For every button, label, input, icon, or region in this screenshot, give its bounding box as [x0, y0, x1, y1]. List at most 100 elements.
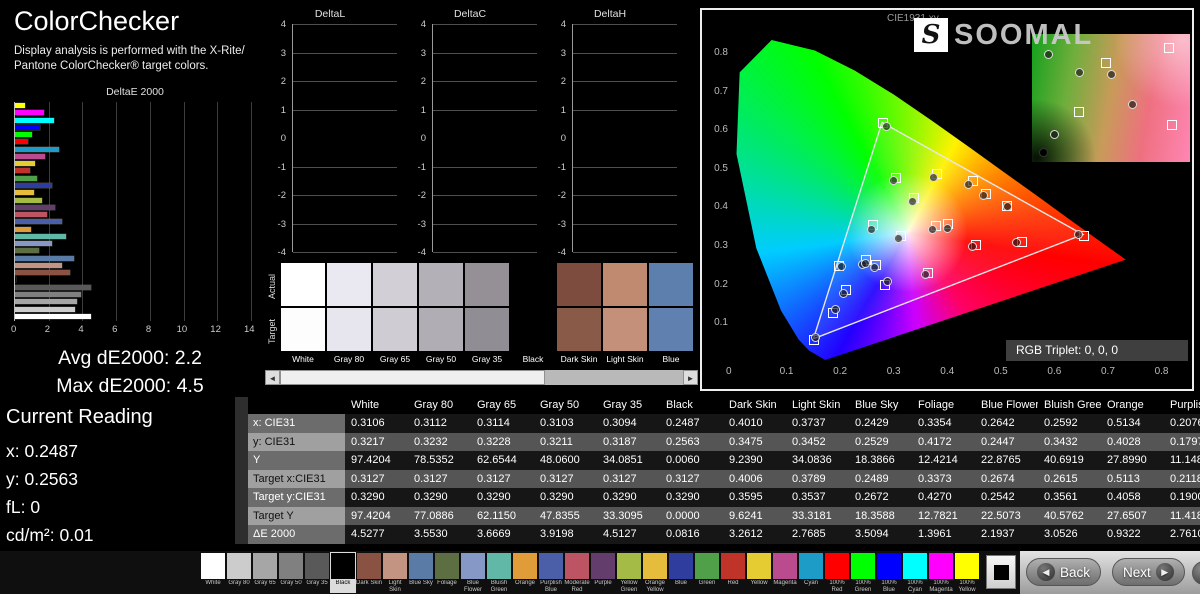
deltae-bar — [15, 241, 52, 247]
tile-white[interactable]: White — [200, 552, 226, 593]
deltae-bar — [15, 110, 44, 116]
cie-xtick: 0.1 — [779, 366, 794, 377]
cie-ytick: 0.7 — [714, 85, 728, 97]
tile-purple[interactable]: Purple — [590, 552, 616, 593]
table-gutter — [235, 451, 248, 470]
tile-bluish-green[interactable]: Bluish Green — [486, 552, 512, 593]
delta-ytick: -4 — [557, 247, 566, 258]
table-cell: 0.3290 — [351, 491, 385, 503]
table-cell: 0.3290 — [603, 491, 637, 503]
tile-100-yellow[interactable]: 100% Yellow — [954, 552, 980, 593]
back-button[interactable]: ◀ Back — [1026, 558, 1102, 586]
tile-100-red[interactable]: 100% Red — [824, 552, 850, 593]
table-cell: 0.3561 — [1044, 491, 1078, 503]
table-cell: 0.3103 — [540, 417, 574, 429]
deltae-bar — [15, 175, 37, 181]
pattern-window-button[interactable] — [986, 555, 1016, 589]
tile-orange[interactable]: Orange — [512, 552, 538, 593]
cie-measured-marker — [907, 196, 917, 206]
scrollbar-thumb[interactable] — [280, 370, 545, 385]
tile-green[interactable]: Green — [694, 552, 720, 593]
tile-100-magenta[interactable]: 100% Magenta — [928, 552, 954, 593]
tile-gray-65[interactable]: Gray 65 — [252, 552, 278, 593]
deltae-bar — [15, 117, 54, 123]
delta-zero-line — [293, 136, 397, 141]
tile-100-green[interactable]: 100% Green — [850, 552, 876, 593]
tile-gray-80[interactable]: Gray 80 — [226, 552, 252, 593]
inset-marker — [1107, 69, 1116, 79]
soomal-logo: S SOOMAL — [914, 18, 1093, 52]
table-cell: 0.5113 — [1107, 472, 1140, 485]
tile-swatch — [357, 553, 381, 579]
tile-100-cyan[interactable]: 100% Cyan — [902, 552, 928, 593]
tile-magenta[interactable]: Magenta — [772, 552, 798, 593]
tile-black[interactable]: Black — [330, 552, 356, 593]
tile-swatch — [279, 553, 303, 579]
tile-blue-sky[interactable]: Blue Sky — [408, 552, 434, 593]
tile-cyan[interactable]: Cyan — [798, 552, 824, 593]
tile-label: Black — [335, 580, 351, 586]
tile-foliage[interactable]: Foliage — [434, 552, 460, 593]
table-cell: 9.2390 — [729, 454, 763, 466]
tile-label: Light Skin — [388, 580, 402, 593]
tile-blue[interactable]: Blue — [668, 552, 694, 593]
tile-orange-yellow[interactable]: Orange Yellow — [642, 552, 668, 593]
deltae-axis-tick: 6 — [112, 324, 118, 335]
tile-100-blue[interactable]: 100% Blue — [876, 552, 902, 593]
table-cell: 1.3961 — [918, 528, 952, 540]
table-cell: 0.5134 — [1107, 417, 1141, 429]
tile-gray-50[interactable]: Gray 50 — [278, 552, 304, 593]
tile-purplish-blue[interactable]: Purplish Blue — [538, 552, 564, 593]
deltae-bar — [15, 262, 62, 268]
tile-swatch — [513, 553, 537, 579]
scroll-right-button[interactable]: ► — [683, 370, 698, 385]
tile-blue-flower[interactable]: Blue Flower — [460, 552, 486, 593]
deltae-bar — [15, 124, 41, 130]
deltae-axis-tick: 12 — [210, 324, 221, 335]
patch-label: Black — [522, 354, 544, 364]
table-cell: 62.6544 — [477, 454, 517, 466]
actual-row-label: Actual — [267, 273, 277, 299]
patch-label: Dark Skin — [560, 354, 598, 364]
table-cell: 0.4028 — [1107, 435, 1141, 448]
table-cell: 4.5127 — [603, 528, 637, 540]
tile-moderate-red[interactable]: Moderate Red — [564, 552, 590, 593]
table-cell: 0.3432 — [1044, 435, 1078, 448]
tile-dark-skin[interactable]: Dark Skin — [356, 552, 382, 593]
deltae-gridline — [251, 102, 252, 321]
tile-swatch — [825, 553, 849, 579]
delta-gridline — [573, 81, 677, 82]
tile-label: Blue — [674, 580, 687, 586]
table-row: y: CIE31 0.3217 0.3232 0.3228 0.3211 0.3187 0.… — [235, 432, 1200, 451]
scroll-left-button[interactable]: ◄ — [265, 370, 280, 385]
actual-swatch — [603, 263, 647, 306]
tile-yellow-green[interactable]: Yellow Green — [616, 552, 642, 593]
next-button[interactable]: Next ▶ — [1112, 558, 1185, 586]
tile-light-skin[interactable]: Light Skin — [382, 552, 408, 593]
back-label: Back — [1060, 564, 1091, 580]
deltae-bar — [15, 255, 75, 261]
tile-yellow[interactable]: Yellow — [746, 552, 772, 593]
delta-c-ylabels: 4 3 2 1 0 -1 -2 -3 -4 — [402, 19, 428, 258]
target-swatch — [419, 308, 463, 351]
tile-red[interactable]: Red — [720, 552, 746, 593]
delta-gridline — [433, 109, 537, 111]
table-cell: 0.3094 — [603, 417, 637, 429]
delta-ytick: -2 — [417, 190, 426, 201]
table-cell: 0.0816 — [666, 528, 700, 540]
table-cell: 3.5530 — [414, 528, 448, 540]
delta-gridline — [433, 81, 537, 82]
current-reading-x: x: 0.2487 — [6, 441, 78, 461]
table-gutter — [235, 414, 248, 433]
avg-de2000-value: Avg dE2000: 2.2 — [58, 347, 202, 369]
table-header-cell: Gray 35 — [603, 399, 643, 411]
table-cell: 0.4010 — [729, 417, 763, 429]
table-cell: 0.3354 — [918, 417, 952, 429]
table-cell: 2.7610 — [1170, 528, 1200, 540]
edge-button[interactable] — [1192, 561, 1200, 585]
patch-scrollbar[interactable]: ◄ ► — [265, 370, 698, 385]
delta-gridline — [433, 52, 537, 54]
tile-gray-35[interactable]: Gray 35 — [304, 552, 330, 593]
deltae-bar — [15, 168, 31, 174]
table-cell: 0.3114 — [477, 417, 510, 429]
